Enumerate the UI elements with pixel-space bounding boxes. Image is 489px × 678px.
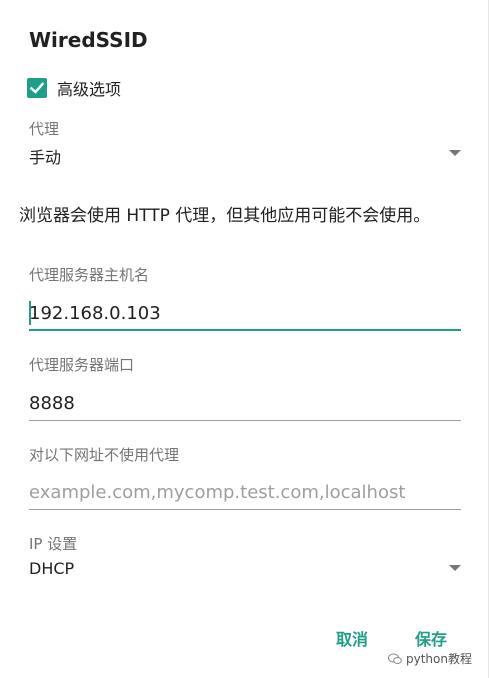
proxy-host-underline — [29, 329, 461, 331]
checkmark-icon — [29, 82, 45, 94]
proxy-port-label: 代理服务器端口 — [29, 356, 135, 374]
advanced-options-label: 高级选项 — [57, 80, 122, 99]
proxy-host-label: 代理服务器主机名 — [29, 266, 150, 284]
proxy-spinner[interactable]: 手动 — [29, 144, 461, 170]
proxy-value: 手动 — [29, 148, 62, 167]
dropdown-arrow-icon — [449, 150, 461, 156]
wifi-config-dialog: WiredSSID 高级选项 代理 手动 浏览器会使用 HTTP 代理，但其他应… — [0, 0, 489, 678]
ip-settings-label: IP 设置 — [29, 535, 78, 553]
watermark: python教程 — [388, 650, 472, 667]
dialog-actions: 取消 保存 — [0, 626, 489, 650]
ip-settings-spinner[interactable]: DHCP — [29, 559, 461, 585]
bypass-input[interactable] — [29, 476, 461, 508]
save-button[interactable]: 保存 — [415, 626, 447, 650]
proxy-port-field[interactable] — [29, 387, 461, 421]
advanced-options-row[interactable]: 高级选项 — [27, 76, 121, 100]
dialog-title: WiredSSID — [29, 28, 148, 52]
bypass-label: 对以下网址不使用代理 — [29, 446, 180, 464]
proxy-host-field[interactable] — [29, 297, 461, 331]
ip-settings-value: DHCP — [29, 559, 75, 578]
wechat-icon — [388, 653, 402, 664]
proxy-port-underline — [29, 420, 461, 421]
proxy-warning-text: 浏览器会使用 HTTP 代理，但其他应用可能不会使用。 — [19, 206, 431, 226]
watermark-text: python教程 — [406, 652, 472, 666]
cancel-button[interactable]: 取消 — [336, 626, 368, 650]
bypass-field[interactable] — [29, 476, 461, 510]
proxy-label: 代理 — [29, 120, 60, 138]
advanced-options-checkbox[interactable] — [27, 78, 47, 98]
dropdown-arrow-icon — [449, 565, 461, 571]
proxy-port-input[interactable] — [29, 387, 461, 419]
proxy-host-input[interactable] — [29, 297, 461, 329]
text-cursor — [29, 301, 31, 325]
bypass-underline — [29, 509, 461, 510]
